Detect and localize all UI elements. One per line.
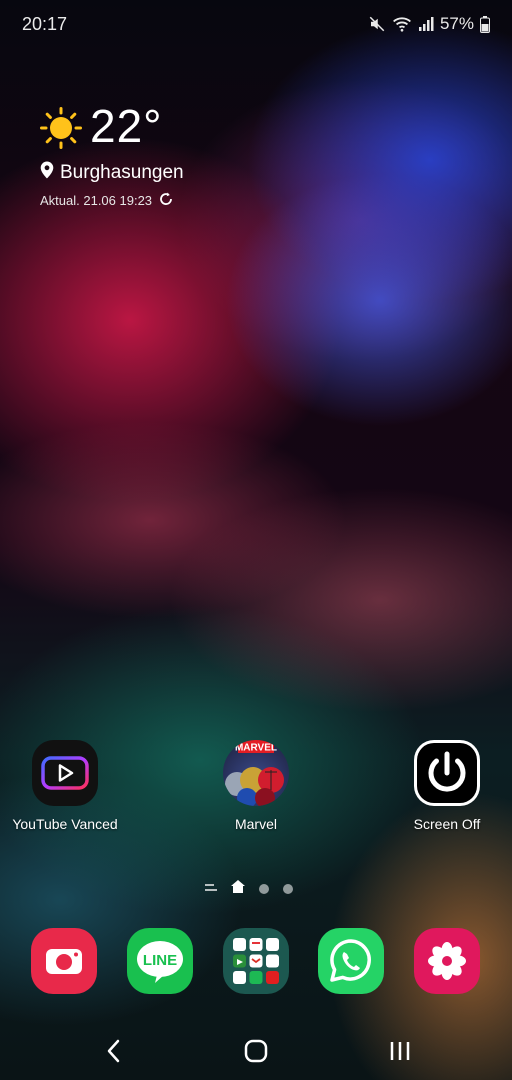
status-icons: 57% [368, 14, 490, 34]
temperature: 22° [90, 100, 163, 152]
camera-icon[interactable] [31, 928, 97, 994]
line-icon[interactable]: LINE [127, 928, 193, 994]
bixby-page-icon[interactable] [205, 880, 217, 898]
page-dot[interactable] [259, 884, 269, 894]
battery-icon [480, 15, 490, 33]
flower-icon[interactable] [414, 928, 480, 994]
signal-icon [418, 16, 434, 32]
status-bar: 20:17 57% [0, 0, 512, 50]
marvel-badge: MARVEL [235, 743, 277, 754]
power-icon [414, 740, 480, 806]
youtube-vanced-icon [32, 740, 98, 806]
battery-percent: 57% [439, 14, 474, 33]
app-label: YouTube Vanced [12, 816, 118, 832]
mute-icon [368, 15, 386, 33]
line-text: LINE [143, 952, 177, 969]
home-page-icon[interactable] [231, 880, 245, 898]
clock: 20:17 [22, 14, 68, 34]
folder-icon[interactable] [223, 928, 289, 994]
app-youtube-vanced[interactable]: YouTube Vanced [10, 740, 120, 833]
app-label: Marvel [234, 816, 277, 832]
home-icon[interactable] [236, 1036, 276, 1066]
app-label: Screen Off [413, 816, 481, 832]
app-screen-off[interactable]: Screen Off [392, 740, 502, 833]
refresh-icon[interactable] [158, 191, 174, 210]
whatsapp-icon[interactable] [318, 928, 384, 994]
updated-time: Aktual. 21.06 19:23 [40, 193, 153, 208]
location-name: Burghasungen [60, 162, 184, 183]
dock: LINE [0, 928, 512, 996]
wifi-icon [392, 15, 412, 33]
page-dot[interactable] [283, 884, 293, 894]
location-row: Burghasungen [40, 161, 184, 185]
location-pin-icon [40, 161, 54, 185]
marvel-icon: MARVEL [223, 740, 289, 806]
app-marvel[interactable]: MARVEL Marvel [201, 740, 311, 833]
recents-icon[interactable] [380, 1036, 420, 1066]
update-row: Aktual. 21.06 19:23 [40, 191, 174, 210]
sun-icon [40, 107, 82, 149]
navigation-bar [0, 1020, 512, 1080]
back-icon[interactable] [94, 1036, 134, 1066]
page-indicator[interactable] [205, 880, 293, 898]
